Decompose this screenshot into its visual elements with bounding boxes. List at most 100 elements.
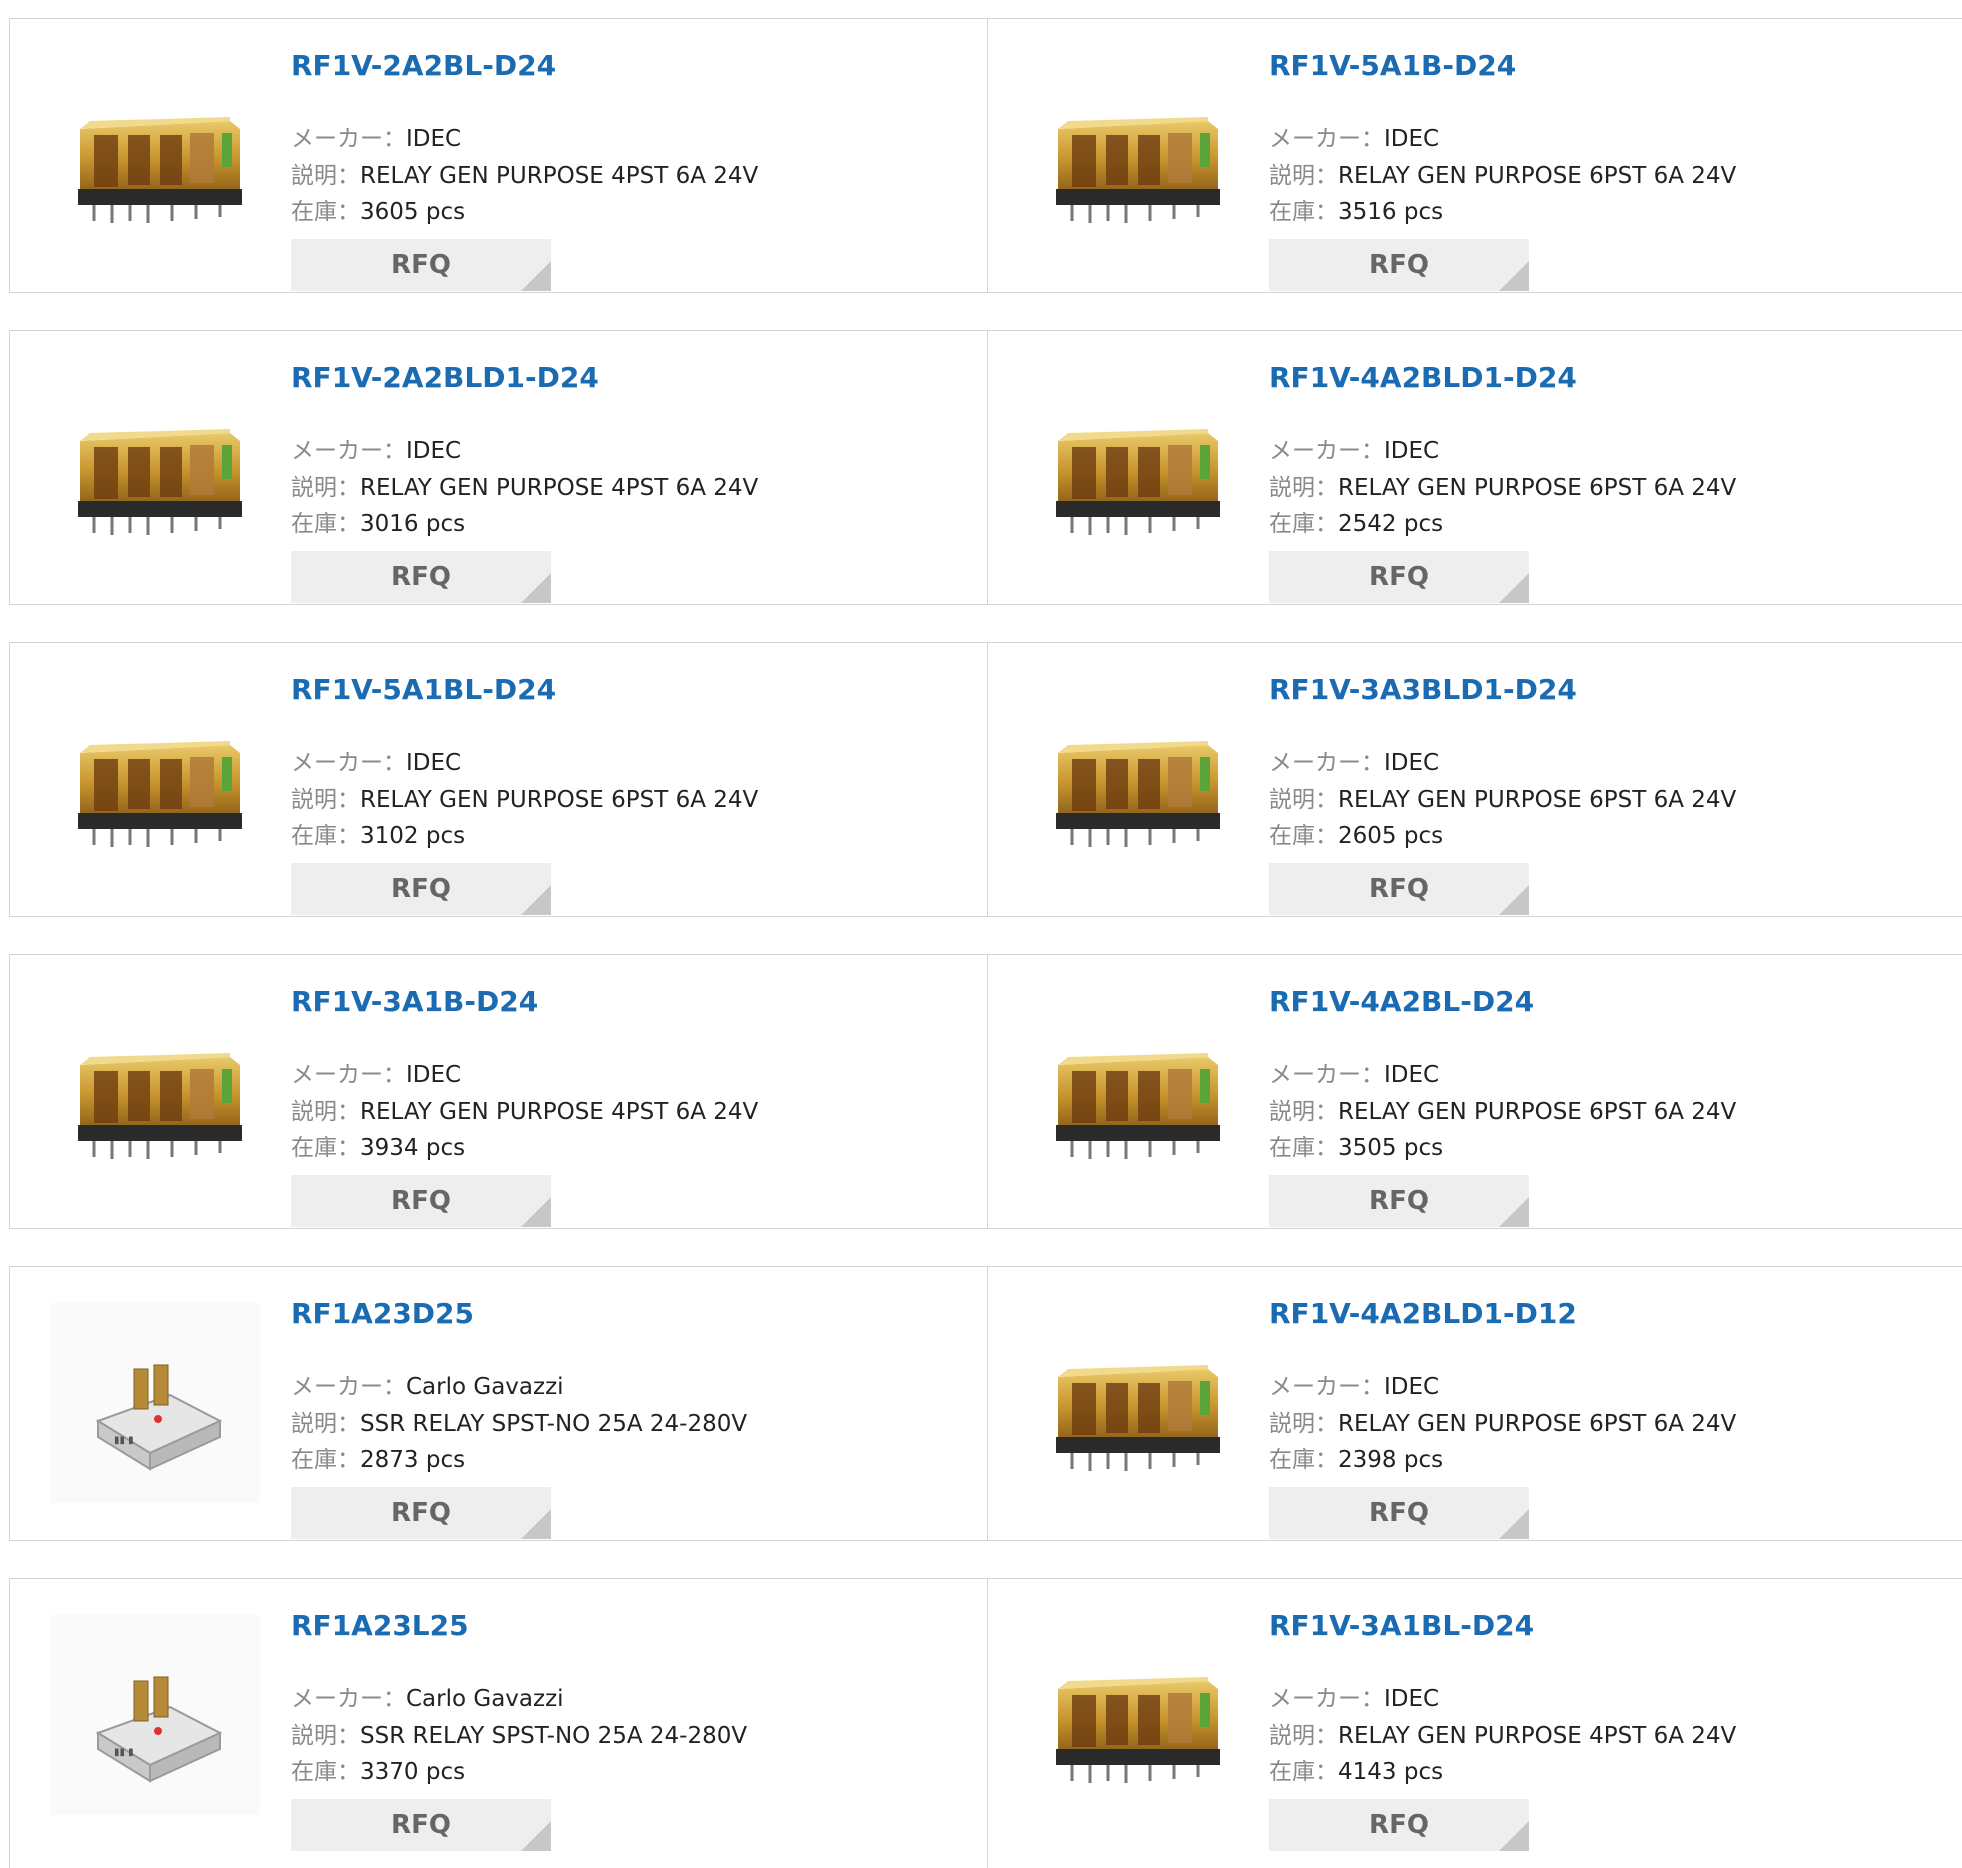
- stock-value: 3505 pcs: [1338, 1135, 1444, 1161]
- product-card: ▮▮ ▮ RF1A23D25 メーカー：Carlo Gavazzi 説明：SSR…: [10, 1267, 988, 1540]
- description-line: 説明：RELAY GEN PURPOSE 6PST 6A 24V: [1269, 156, 1736, 190]
- product-card: RF1V-3A3BLD1-D24 メーカー：IDEC 説明：RELAY GEN …: [988, 643, 1962, 916]
- stock-line: 在庫：3516 pcs: [1269, 192, 1443, 226]
- maker-line: メーカー：IDEC: [291, 431, 461, 465]
- description-line: 説明：RELAY GEN PURPOSE 6PST 6A 24V: [1269, 468, 1736, 502]
- description-label: 説明：: [291, 163, 360, 189]
- description-line: 説明：SSR RELAY SPST-NO 25A 24-280V: [291, 1404, 747, 1438]
- rfq-button-label: RFQ: [1369, 1810, 1429, 1840]
- ssr-relay-image[interactable]: ▮▮ ▮: [50, 1303, 260, 1503]
- corner-triangle-icon: [1499, 1197, 1529, 1227]
- svg-text:▮▮ ▮: ▮▮ ▮: [114, 1747, 134, 1758]
- idec-relay-image[interactable]: [1028, 55, 1238, 255]
- rfq-button-label: RFQ: [391, 1498, 451, 1528]
- maker-value: IDEC: [406, 750, 462, 776]
- maker-label: メーカー：: [1269, 126, 1384, 152]
- maker-line: メーカー：IDEC: [291, 1055, 461, 1089]
- maker-label: メーカー：: [1269, 1062, 1384, 1088]
- idec-relay-image[interactable]: [1028, 1615, 1238, 1815]
- stock-label: 在庫：: [1269, 1759, 1338, 1785]
- description-value: SSR RELAY SPST-NO 25A 24-280V: [360, 1723, 748, 1749]
- maker-label: メーカー：: [1269, 438, 1384, 464]
- description-line: 説明：SSR RELAY SPST-NO 25A 24-280V: [291, 1716, 747, 1750]
- stock-line: 在庫：3505 pcs: [1269, 1128, 1443, 1162]
- rfq-button[interactable]: RFQ: [291, 551, 551, 603]
- description-line: 説明：RELAY GEN PURPOSE 6PST 6A 24V: [1269, 1092, 1736, 1126]
- part-number-link[interactable]: RF1V-2A2BL-D24: [291, 49, 556, 82]
- idec-relay-image[interactable]: [1028, 1303, 1238, 1503]
- maker-value: IDEC: [406, 126, 462, 152]
- idec-relay-image[interactable]: [1028, 991, 1238, 1191]
- rfq-button[interactable]: RFQ: [1269, 551, 1529, 603]
- corner-triangle-icon: [521, 1197, 551, 1227]
- part-number-link[interactable]: RF1V-4A2BLD1-D12: [1269, 1297, 1577, 1330]
- rfq-button-label: RFQ: [391, 1810, 451, 1840]
- idec-relay-image[interactable]: [1028, 367, 1238, 567]
- description-label: 説明：: [291, 1723, 360, 1749]
- stock-line: 在庫：2398 pcs: [1269, 1440, 1443, 1474]
- rfq-button[interactable]: RFQ: [1269, 1799, 1529, 1851]
- description-label: 説明：: [1269, 787, 1338, 813]
- rfq-button[interactable]: RFQ: [291, 239, 551, 291]
- stock-value: 3934 pcs: [360, 1135, 466, 1161]
- rfq-button[interactable]: RFQ: [1269, 1175, 1529, 1227]
- rfq-button[interactable]: RFQ: [291, 1799, 551, 1851]
- maker-label: メーカー：: [291, 1374, 406, 1400]
- stock-line: 在庫：3370 pcs: [291, 1752, 465, 1786]
- rfq-button-label: RFQ: [391, 250, 451, 280]
- rfq-button[interactable]: RFQ: [1269, 239, 1529, 291]
- part-number-link[interactable]: RF1A23D25: [291, 1297, 474, 1330]
- rfq-button-label: RFQ: [1369, 562, 1429, 592]
- maker-value: IDEC: [406, 1062, 462, 1088]
- product-grid: RF1V-2A2BL-D24 メーカー：IDEC 説明：RELAY GEN PU…: [0, 0, 1962, 1868]
- description-value: RELAY GEN PURPOSE 6PST 6A 24V: [360, 787, 759, 813]
- product-row: RF1V-2A2BL-D24 メーカー：IDEC 説明：RELAY GEN PU…: [9, 18, 1962, 293]
- part-number-link[interactable]: RF1A23L25: [291, 1609, 469, 1642]
- rfq-button[interactable]: RFQ: [291, 1175, 551, 1227]
- idec-relay-image[interactable]: [50, 991, 260, 1191]
- stock-line: 在庫：2873 pcs: [291, 1440, 465, 1474]
- stock-value: 3102 pcs: [360, 823, 466, 849]
- corner-triangle-icon: [1499, 885, 1529, 915]
- stock-line: 在庫：2542 pcs: [1269, 504, 1443, 538]
- part-number-link[interactable]: RF1V-4A2BL-D24: [1269, 985, 1534, 1018]
- rfq-button[interactable]: RFQ: [291, 1487, 551, 1539]
- rfq-button[interactable]: RFQ: [1269, 1487, 1529, 1539]
- stock-line: 在庫：4143 pcs: [1269, 1752, 1443, 1786]
- description-label: 説明：: [1269, 163, 1338, 189]
- stock-value: 3370 pcs: [360, 1759, 466, 1785]
- maker-value: IDEC: [1384, 1374, 1440, 1400]
- idec-relay-image[interactable]: [50, 367, 260, 567]
- part-number-link[interactable]: RF1V-3A1BL-D24: [1269, 1609, 1534, 1642]
- part-number-link[interactable]: RF1V-3A1B-D24: [291, 985, 538, 1018]
- maker-value: Carlo Gavazzi: [406, 1374, 564, 1400]
- product-card: ▮▮ ▮ RF1A23L25 メーカー：Carlo Gavazzi 説明：SSR…: [10, 1579, 988, 1868]
- idec-relay-image[interactable]: [50, 679, 260, 879]
- description-line: 説明：RELAY GEN PURPOSE 6PST 6A 24V: [1269, 780, 1736, 814]
- product-card: RF1V-3A1BL-D24 メーカー：IDEC 説明：RELAY GEN PU…: [988, 1579, 1962, 1868]
- product-row: RF1V-2A2BLD1-D24 メーカー：IDEC 説明：RELAY GEN …: [9, 330, 1962, 605]
- maker-label: メーカー：: [291, 750, 406, 776]
- idec-relay-image[interactable]: [1028, 679, 1238, 879]
- description-value: RELAY GEN PURPOSE 4PST 6A 24V: [1338, 1723, 1737, 1749]
- part-number-link[interactable]: RF1V-5A1B-D24: [1269, 49, 1516, 82]
- corner-triangle-icon: [1499, 1821, 1529, 1851]
- part-number-link[interactable]: RF1V-5A1BL-D24: [291, 673, 556, 706]
- stock-value: 2542 pcs: [1338, 511, 1444, 537]
- part-number-link[interactable]: RF1V-4A2BLD1-D24: [1269, 361, 1577, 394]
- stock-line: 在庫：3102 pcs: [291, 816, 465, 850]
- rfq-button[interactable]: RFQ: [291, 863, 551, 915]
- part-number-link[interactable]: RF1V-2A2BLD1-D24: [291, 361, 599, 394]
- product-card: RF1V-4A2BL-D24 メーカー：IDEC 説明：RELAY GEN PU…: [988, 955, 1962, 1228]
- rfq-button-label: RFQ: [1369, 250, 1429, 280]
- stock-line: 在庫：3605 pcs: [291, 192, 465, 226]
- corner-triangle-icon: [1499, 261, 1529, 291]
- maker-line: メーカー：IDEC: [291, 119, 461, 153]
- part-number-link[interactable]: RF1V-3A3BLD1-D24: [1269, 673, 1577, 706]
- description-value: RELAY GEN PURPOSE 6PST 6A 24V: [1338, 787, 1737, 813]
- rfq-button[interactable]: RFQ: [1269, 863, 1529, 915]
- idec-relay-image[interactable]: [50, 55, 260, 255]
- maker-line: メーカー：IDEC: [291, 743, 461, 777]
- ssr-relay-image[interactable]: ▮▮ ▮: [50, 1615, 260, 1815]
- description-line: 説明：RELAY GEN PURPOSE 4PST 6A 24V: [291, 468, 758, 502]
